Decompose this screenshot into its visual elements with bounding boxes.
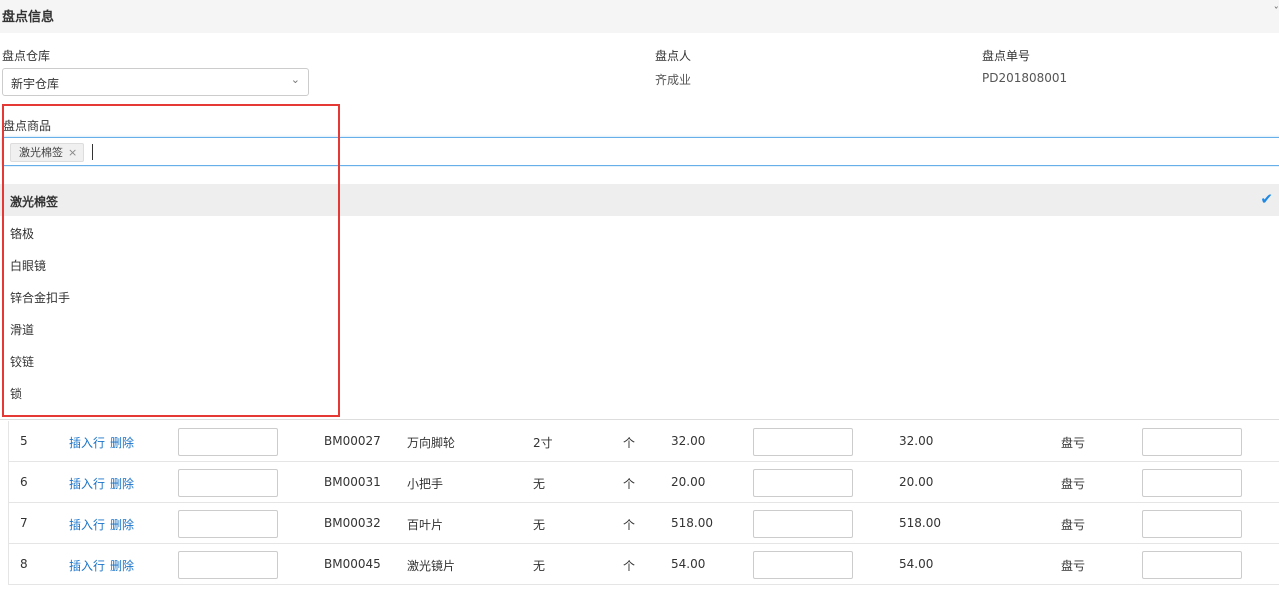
goods-name: 激光镜片 [407,559,456,573]
remark-input[interactable] [1142,428,1242,456]
inventory-status: 盘亏 [1061,436,1086,450]
row-input[interactable] [178,510,278,538]
goods-spec: 2寸 [533,436,553,450]
remark-input[interactable] [1142,469,1242,497]
row-number: 8 [20,557,28,571]
dropdown-option-label: 铬极 [10,227,35,241]
goods-name: 百叶片 [407,518,444,532]
dropdown-option-label: 滑道 [10,323,35,337]
goods-unit: 个 [623,477,636,491]
insert-row-link[interactable]: 插入行 [69,434,105,451]
warehouse-select[interactable]: 新宇仓库 ⌄ [2,68,309,96]
person-label: 盘点人 [655,49,692,63]
goods-multiselect-input[interactable]: 激光棉签 × [2,137,1279,166]
person-value: 齐成业 [655,73,692,87]
table-row: 8 插入行 删除 BM00045 激光镜片 无 个 54.00 54.00 盘亏 [9,544,1279,585]
delete-row-link[interactable]: 删除 [110,557,134,574]
table-row: 6 插入行 删除 BM00031 小把手 无 个 20.00 20.00 盘亏 [9,462,1279,503]
row-input[interactable] [178,428,278,456]
row-number: 6 [20,475,28,489]
goods-label: 盘点商品 [3,119,52,133]
delete-row-link[interactable]: 删除 [110,516,134,533]
goods-name: 万向脚轮 [407,436,456,450]
goods-amount: 54.00 [899,557,934,571]
warehouse-label: 盘点仓库 [2,49,51,63]
inventory-status: 盘亏 [1061,559,1086,573]
row-input[interactable] [178,469,278,497]
dropdown-option[interactable]: 激光棉签 ✔ [0,184,1279,216]
insert-row-link[interactable]: 插入行 [69,475,105,492]
goods-name: 小把手 [407,477,444,491]
goods-price: 518.00 [671,516,713,530]
section-title: 盘点信息 [2,10,55,25]
order-number-value: PD201808001 [982,71,1068,85]
delete-row-link[interactable]: 删除 [110,434,134,451]
dropdown-option[interactable]: 锌合金扣手 [0,280,1279,312]
warehouse-select-value: 新宇仓库 [11,77,60,91]
delete-row-link[interactable]: 删除 [110,475,134,492]
inventory-status: 盘亏 [1061,477,1086,491]
goods-code: BM00031 [324,475,381,489]
row-number: 7 [20,516,28,530]
goods-code: BM00045 [324,557,381,571]
row-number: 5 [20,434,28,448]
dropdown-option-label: 铰链 [10,355,35,369]
goods-amount: 32.00 [899,434,934,448]
goods-amount: 20.00 [899,475,934,489]
count-input[interactable] [753,510,853,538]
chevron-up-icon[interactable]: ˇ [1274,5,1279,18]
goods-unit: 个 [623,436,636,450]
goods-code: BM00032 [324,516,381,530]
chevron-down-icon: ⌄ [290,73,300,86]
dropdown-option-label: 白眼镜 [10,259,47,273]
check-icon: ✔ [1260,190,1273,208]
row-input[interactable] [178,551,278,579]
insert-row-link[interactable]: 插入行 [69,516,105,533]
table-row: 5 插入行 删除 BM00027 万向脚轮 2寸 个 32.00 32.00 盘… [9,421,1279,462]
text-caret [92,144,93,160]
dropdown-option-label: 激光棉签 [10,195,59,209]
order-number-label: 盘点单号 [982,49,1031,63]
goods-unit: 个 [623,559,636,573]
dropdown-option-label: 锁 [10,387,23,401]
goods-spec: 无 [533,477,546,491]
goods-price: 32.00 [671,434,706,448]
section-header[interactable]: 盘点信息 ˇ [0,0,1279,33]
count-input[interactable] [753,469,853,497]
goods-price: 54.00 [671,557,706,571]
goods-code: BM00027 [324,434,381,448]
selected-goods-tag: 激光棉签 × [10,143,85,162]
remark-input[interactable] [1142,551,1242,579]
dropdown-option[interactable]: 滑道 [0,312,1279,344]
dropdown-option[interactable]: 铬极 [0,216,1279,248]
goods-amount: 518.00 [899,516,941,530]
goods-spec: 无 [533,518,546,532]
dropdown-option[interactable]: 铰链 [0,344,1279,376]
selected-goods-tag-label: 激光棉签 [19,146,63,159]
goods-unit: 个 [623,518,636,532]
remark-input[interactable] [1142,510,1242,538]
tag-remove-icon[interactable]: × [68,146,77,159]
goods-price: 20.00 [671,475,706,489]
count-input[interactable] [753,551,853,579]
goods-spec: 无 [533,559,546,573]
inventory-table: 5 插入行 删除 BM00027 万向脚轮 2寸 个 32.00 32.00 盘… [8,421,1279,585]
dropdown-option[interactable]: 白眼镜 [0,248,1279,280]
insert-row-link[interactable]: 插入行 [69,557,105,574]
table-row: 7 插入行 删除 BM00032 百叶片 无 个 518.00 518.00 盘… [9,503,1279,544]
count-input[interactable] [753,428,853,456]
goods-dropdown-list: 激光棉签 ✔ 铬极 白眼镜 锌合金扣手 滑道 铰链 锁 [0,167,1279,420]
dropdown-option-label: 锌合金扣手 [10,291,71,305]
inventory-status: 盘亏 [1061,518,1086,532]
dropdown-option[interactable]: 锁 [0,376,1279,408]
